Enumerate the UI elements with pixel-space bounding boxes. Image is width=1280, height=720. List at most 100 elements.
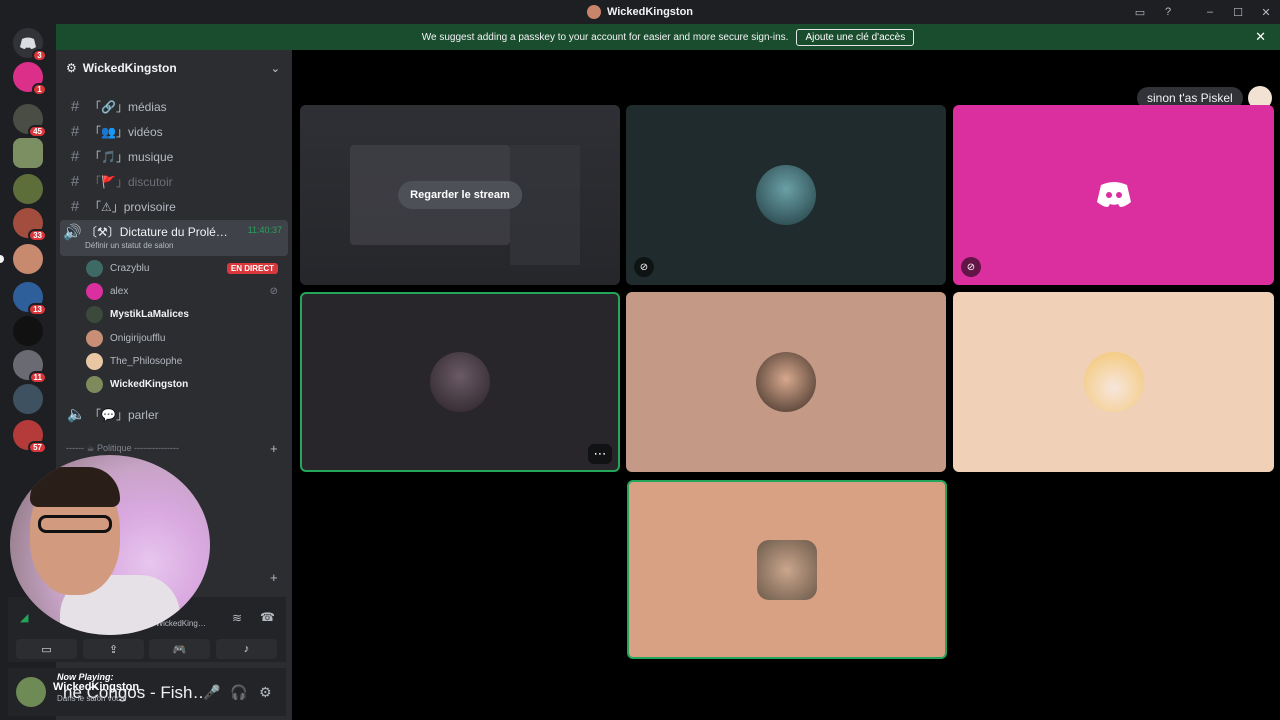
unread-badge: 33 <box>28 229 47 242</box>
voice-timer: 11:40:37 <box>247 225 282 235</box>
title-bar: WickedKingston ▭ ? – ☐ ✕ <box>0 0 1280 24</box>
add-passkey-button[interactable]: Ajoute une clé d'accès <box>796 28 915 46</box>
voice-user[interactable]: Onigirijoufflu <box>86 327 286 349</box>
channel-discutoir[interactable]: # 「🚩」discutoir <box>64 170 288 192</box>
category-politique[interactable]: ------ ☕ Politique --------------- <box>66 443 266 454</box>
unread-badge: 57 <box>28 441 47 454</box>
more-options-button[interactable]: ⋯ <box>588 444 612 464</box>
hash-icon: # <box>70 172 80 190</box>
guild-icon[interactable] <box>13 384 43 414</box>
chevron-down-icon[interactable]: ⌄ <box>271 62 280 75</box>
unread-badge: 3 <box>32 49 47 62</box>
muted-mic-icon: ⊘ <box>269 285 278 297</box>
voice-user[interactable]: alex ⊘ <box>86 280 286 302</box>
user-avatar-icon <box>586 5 601 19</box>
avatar <box>86 352 103 370</box>
avatar <box>86 305 103 323</box>
hair <box>30 467 120 507</box>
passkey-notice: We suggest adding a passkey to your acco… <box>56 24 1280 50</box>
camera-off-button[interactable]: ▭ <box>16 639 77 659</box>
avatar <box>86 282 103 300</box>
avatar <box>1083 352 1144 412</box>
avatar <box>86 259 103 277</box>
participant-tile[interactable] <box>626 292 946 472</box>
webcam-overlay <box>10 455 210 635</box>
guild-icon[interactable] <box>13 138 43 168</box>
stream-preview-chat <box>510 145 580 265</box>
voice-user[interactable]: WickedKingston <box>86 373 286 395</box>
participant-tile[interactable]: ⊘ <box>953 105 1274 285</box>
maximize-button[interactable]: ☐ <box>1224 0 1252 24</box>
channel-medias[interactable]: # 「🔗」médias <box>64 95 288 117</box>
participant-tile[interactable]: ⊘ <box>626 105 946 285</box>
selected-indicator <box>0 255 4 263</box>
avatar <box>756 352 816 412</box>
voice-user[interactable]: Crazyblu EN DIRECT <box>86 257 286 279</box>
avatar <box>757 539 817 600</box>
participant-tile-speaking[interactable]: ⋯ <box>300 292 620 472</box>
voice-user[interactable]: MystikLaMalices <box>86 303 286 325</box>
avatar <box>86 329 103 347</box>
headphones-icon[interactable]: 🎧 <box>230 684 247 701</box>
guild-icon[interactable]: 11 <box>13 350 47 384</box>
unread-badge: 13 <box>28 303 47 316</box>
server-header[interactable]: ⚙ WickedKingston ⌄ <box>56 56 292 80</box>
watch-stream-button[interactable]: Regarder le stream <box>398 181 522 209</box>
avatar <box>756 165 816 225</box>
discord-logo-icon <box>1097 182 1131 207</box>
hash-icon: # <box>70 147 80 165</box>
speaker-icon: 🔈 <box>67 406 86 423</box>
participant-tile[interactable] <box>953 292 1274 472</box>
server-name: WickedKingston <box>82 61 177 75</box>
participant-tile-speaking[interactable] <box>627 480 947 659</box>
channel-musique[interactable]: # 「🎵」musique <box>64 145 288 167</box>
unread-badge: 45 <box>28 125 47 138</box>
screen-share-icon[interactable]: ▭ <box>1126 0 1154 24</box>
avatar <box>430 352 490 412</box>
avatar[interactable] <box>16 677 46 707</box>
channel-provisoire[interactable]: # 「⚠」provisoire <box>64 195 288 217</box>
minimize-button[interactable]: – <box>1196 0 1224 24</box>
set-channel-status[interactable]: Définir un statut de salon <box>85 241 174 250</box>
stream-tile[interactable]: Regarder le stream <box>300 105 620 285</box>
disconnect-icon[interactable]: ☎ <box>260 610 275 624</box>
speaker-icon: 🔊 <box>63 224 82 241</box>
guild-icon[interactable]: 13 <box>13 282 47 316</box>
server-gear-icon: ⚙ <box>66 61 77 75</box>
guild-icon[interactable]: 1 <box>13 62 47 96</box>
direct-messages-icon[interactable]: 3 <box>13 28 47 62</box>
voice-user[interactable]: The_Philosophe <box>86 350 286 372</box>
settings-gear-icon[interactable]: ⚙ <box>259 684 272 701</box>
screen-share-button[interactable]: ⇪ <box>83 639 144 659</box>
avatar <box>86 375 103 393</box>
mic-icon[interactable]: 🎤 <box>203 684 220 701</box>
signal-icon: ◢ <box>20 612 29 624</box>
soundboard-button[interactable]: ♪ <box>216 639 277 659</box>
guild-icon[interactable] <box>13 316 43 346</box>
hash-icon: # <box>70 97 80 115</box>
guild-icon[interactable] <box>13 174 43 204</box>
notice-text: We suggest adding a passkey to your acco… <box>421 31 789 43</box>
unread-badge: 1 <box>32 83 47 96</box>
guild-icon[interactable]: 33 <box>13 208 47 242</box>
activities-button[interactable]: 🎮 <box>149 639 210 659</box>
guild-icon[interactable] <box>0 244 43 274</box>
noise-suppression-icon[interactable]: ≋ <box>232 611 242 625</box>
unread-badge: 11 <box>28 371 47 384</box>
guild-icon[interactable]: 57 <box>13 420 47 454</box>
muted-mic-icon: ⊘ <box>961 257 981 277</box>
channel-videos[interactable]: # 「👥」vidéos <box>64 120 288 142</box>
voice-channel-active[interactable]: 🔊 〔⚒〕Dictature du Prolé… 11:40:37 Défini… <box>60 220 288 256</box>
voice-channel-parler[interactable]: 🔈 「💬」parler <box>64 403 288 425</box>
window-title: WickedKingston <box>586 5 693 19</box>
glasses <box>38 515 112 533</box>
help-icon[interactable]: ? <box>1154 0 1182 24</box>
close-icon[interactable]: ✕ <box>1255 29 1266 45</box>
hash-icon: # <box>70 122 80 140</box>
close-window-button[interactable]: ✕ <box>1252 0 1280 24</box>
user-panel: Now Playing: WickedKingston he Congos - … <box>8 668 286 716</box>
muted-mic-icon: ⊘ <box>634 257 654 277</box>
guild-icon[interactable]: 45 <box>13 104 47 138</box>
hash-icon: # <box>70 197 80 215</box>
live-badge: EN DIRECT <box>226 262 278 274</box>
